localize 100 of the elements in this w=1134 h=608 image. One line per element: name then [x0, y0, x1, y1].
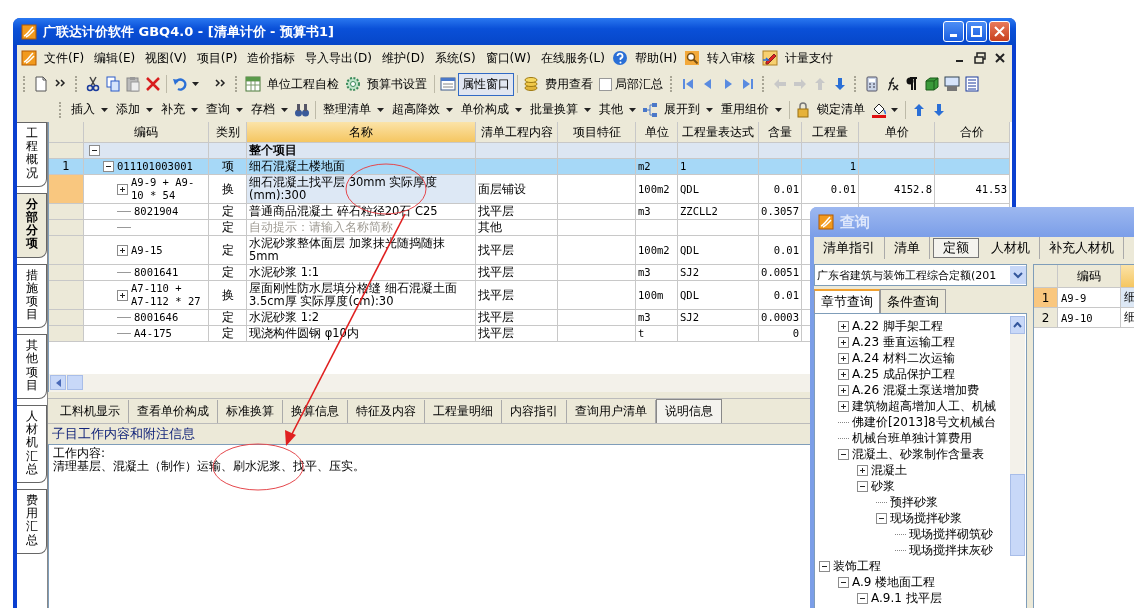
- caret-icon[interactable]: [281, 107, 288, 112]
- app-logo-icon[interactable]: [818, 214, 834, 230]
- caret-icon[interactable]: [775, 107, 782, 112]
- minimize-button[interactable]: [943, 21, 964, 42]
- tab[interactable]: 补充人材机: [1040, 237, 1124, 259]
- menu-item[interactable]: 导入导出(D): [300, 49, 377, 67]
- tree-item[interactable]: A.24 材料二次运输: [852, 349, 955, 367]
- vertical-scrollbar[interactable]: [1010, 316, 1025, 556]
- tab[interactable]: 换算信息: [283, 399, 348, 423]
- side-tab[interactable]: 分部分项: [17, 192, 47, 258]
- scroll-left-button[interactable]: [50, 375, 66, 390]
- tree-item[interactable]: 预拌砂浆: [890, 493, 938, 511]
- tree-item[interactable]: 装饰工程: [833, 557, 881, 575]
- tab[interactable]: 定额: [933, 238, 979, 258]
- magnifier-icon[interactable]: [684, 50, 701, 66]
- tab[interactable]: 说明信息: [656, 398, 722, 424]
- menu-item[interactable]: 在线服务(L): [535, 49, 610, 67]
- menu-item[interactable]: 维护(D): [377, 49, 430, 67]
- menu-item[interactable]: 计量支付: [780, 49, 839, 67]
- toolbar-button[interactable]: 单位工程自检: [263, 72, 343, 96]
- close-button[interactable]: [989, 21, 1010, 42]
- column-header[interactable]: 编码: [84, 122, 209, 143]
- undo-icon[interactable]: [172, 76, 188, 92]
- tree-toggle[interactable]: [838, 320, 849, 332]
- window-icon[interactable]: [440, 76, 456, 92]
- tree-item[interactable]: A.26 混凝土泵送增加费: [852, 381, 979, 399]
- toolbar-button[interactable]: 重用组价: [717, 98, 773, 121]
- tab[interactable]: 章节查询: [814, 289, 880, 313]
- menu-item[interactable]: 窗口(W): [480, 49, 536, 67]
- tree-item[interactable]: 砂浆: [871, 477, 895, 495]
- caret-icon[interactable]: [146, 107, 153, 112]
- menu-item[interactable]: 文件(F): [39, 49, 90, 67]
- toolbar-button[interactable]: 超高降效: [388, 98, 444, 121]
- menu-item[interactable]: 转入审核: [702, 49, 761, 67]
- tree-toggle[interactable]: [103, 161, 114, 172]
- help-icon[interactable]: [611, 50, 628, 66]
- tree-toggle[interactable]: [838, 368, 849, 380]
- tree-toggle[interactable]: [838, 384, 849, 396]
- gear-icon[interactable]: [345, 76, 361, 92]
- column-header[interactable]: 含量: [759, 122, 802, 143]
- caret-icon[interactable]: [446, 107, 453, 112]
- tree-toggle[interactable]: [857, 464, 868, 476]
- last-icon[interactable]: [740, 76, 756, 92]
- coins-icon[interactable]: [523, 76, 539, 92]
- tree-toggle[interactable]: [838, 448, 849, 460]
- toolbar-button[interactable]: 属性窗口: [458, 72, 514, 96]
- menu-item[interactable]: 系统(S): [429, 49, 481, 67]
- lock-icon[interactable]: [795, 101, 811, 118]
- list-icon[interactable]: [964, 76, 980, 92]
- pencil-icon[interactable]: [762, 50, 779, 66]
- caret-icon[interactable]: [101, 107, 108, 112]
- caret-icon[interactable]: [584, 107, 591, 112]
- binoculars-icon[interactable]: [294, 101, 310, 118]
- side-tab[interactable]: 费用汇总: [17, 488, 47, 554]
- tree-toggle[interactable]: [117, 289, 128, 301]
- tab[interactable]: 工程量明细: [425, 399, 502, 423]
- menu-item[interactable]: 编辑(E): [89, 49, 141, 67]
- new-document-icon[interactable]: [33, 76, 49, 92]
- delete-icon[interactable]: [145, 76, 161, 92]
- scissors-icon[interactable]: [85, 76, 101, 92]
- tree-toggle[interactable]: [117, 244, 128, 256]
- tab[interactable]: 清单: [885, 237, 930, 259]
- restore-icon[interactable]: [972, 50, 988, 66]
- tree-toggle[interactable]: [117, 183, 128, 195]
- spreadsheet-icon[interactable]: [245, 76, 261, 92]
- row-header[interactable]: 1: [1034, 288, 1058, 308]
- tree-item[interactable]: 现场搅拌砂浆: [890, 509, 962, 527]
- toolbar-button[interactable]: 其他: [595, 98, 627, 121]
- toolbar-button[interactable]: 锁定清单: [813, 98, 869, 121]
- menu-item[interactable]: 帮助(H): [629, 49, 683, 67]
- library-dropdown[interactable]: 广东省建筑与装饰工程综合定额(201: [814, 264, 1027, 286]
- tree-item[interactable]: 混凝土: [871, 461, 907, 479]
- cube-icon[interactable]: [924, 76, 940, 92]
- toolbar-button[interactable]: 展开到: [660, 98, 704, 121]
- tree-toggle[interactable]: [838, 352, 849, 364]
- column-header[interactable]: 类别: [209, 122, 247, 143]
- caret-icon[interactable]: [192, 82, 199, 86]
- maximize-button[interactable]: [966, 21, 987, 42]
- tab[interactable]: 工料机显示: [52, 399, 129, 423]
- side-tab[interactable]: 工程概况: [17, 122, 47, 187]
- tree-toggle[interactable]: [857, 592, 868, 604]
- tree-item[interactable]: A.9 楼地面工程: [852, 573, 936, 591]
- tree-toggle[interactable]: [838, 576, 849, 588]
- toolbar-button[interactable]: 费用查看: [541, 72, 597, 96]
- tree-item[interactable]: 现场搅拌砌筑砂: [909, 525, 993, 543]
- caret-icon[interactable]: [236, 107, 243, 112]
- tree-item[interactable]: 现场搅拌抹灰砂: [909, 541, 993, 559]
- toolbar-button[interactable]: 插入: [67, 98, 99, 121]
- side-tab[interactable]: 其他项目: [17, 334, 47, 399]
- tree-item[interactable]: 建筑物超高增加人工、机械: [852, 397, 996, 415]
- side-tab[interactable]: 人材机汇总: [17, 405, 47, 483]
- column-header[interactable]: 单价: [859, 122, 935, 143]
- column-header[interactable]: 编码: [1058, 265, 1121, 288]
- column-header[interactable]: 清单工程内容: [476, 122, 558, 143]
- tree-item[interactable]: 佛建价[2013]8号文机械台: [852, 413, 996, 431]
- caret-icon[interactable]: [191, 107, 198, 112]
- paint-bucket-icon[interactable]: [871, 101, 887, 118]
- column-header[interactable]: 名称: [247, 122, 476, 143]
- toolbar-button[interactable]: 补充: [157, 98, 189, 121]
- toolbar-button[interactable]: 预算书设置: [363, 72, 431, 96]
